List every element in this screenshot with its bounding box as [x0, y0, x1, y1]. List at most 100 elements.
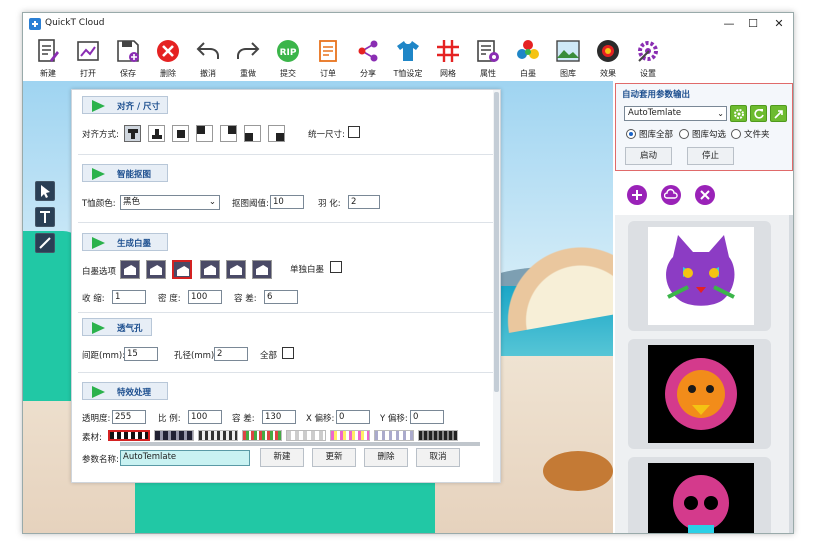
radio-gallery-checked[interactable]	[679, 129, 689, 139]
toolbar-share-button[interactable]: 分享	[349, 35, 387, 81]
feather-input[interactable]: 2	[348, 195, 380, 209]
panel-scrollbar[interactable]	[493, 90, 500, 482]
align-center-option[interactable]	[172, 125, 189, 142]
tolerance-input[interactable]: 6	[264, 290, 298, 304]
toolbar-white-ink-button[interactable]: 白墨	[509, 35, 547, 81]
material-swatch-7[interactable]	[374, 430, 414, 441]
y-offset-input[interactable]: 0	[410, 410, 444, 424]
preset-settings-button[interactable]	[730, 105, 747, 122]
cloud-icon	[664, 188, 678, 199]
material-swatch-4[interactable]	[242, 430, 282, 441]
thumbnail-cat[interactable]	[628, 221, 771, 331]
toolbar-new-button[interactable]: 新建	[29, 35, 67, 81]
toolbar-save-button[interactable]: 保存	[109, 35, 147, 81]
radio-folder[interactable]	[731, 129, 741, 139]
spacing-label: 间距(mm):	[82, 351, 126, 361]
shrink-input[interactable]: 1	[112, 290, 146, 304]
toolbar-gallery-button[interactable]: 图库	[549, 35, 587, 81]
align-top-left-option[interactable]	[196, 125, 213, 142]
remove-image-button[interactable]	[695, 185, 715, 205]
white-ink-section-header[interactable]: 生成白墨	[82, 233, 168, 251]
material-swatch-8[interactable]	[418, 430, 458, 441]
toolbar-grid-button[interactable]: 网格	[429, 35, 467, 81]
scale-input[interactable]: 100	[188, 410, 222, 424]
white-ink-option-3[interactable]	[172, 260, 192, 279]
brush-tool[interactable]	[35, 233, 55, 253]
toolbar-delete-button[interactable]: 删除	[149, 35, 187, 81]
white-ink-option-5[interactable]	[226, 260, 246, 279]
effects-icon	[597, 40, 619, 62]
cursor-icon	[41, 185, 50, 198]
align-bottom-left-option[interactable]	[244, 125, 261, 142]
toolbar-redo-button[interactable]: 重做	[229, 35, 267, 81]
uniform-size-checkbox[interactable]	[348, 126, 360, 138]
material-swatch-5[interactable]	[286, 430, 326, 441]
radio-gallery-all[interactable]	[626, 129, 636, 139]
toolbar-undo-button[interactable]: 撤消	[189, 35, 227, 81]
white-ink-option-1[interactable]	[120, 260, 140, 279]
threshold-input[interactable]: 10	[270, 195, 304, 209]
update-preset-button[interactable]: 更新	[312, 448, 356, 467]
toolbar-effects-button[interactable]: 效果	[589, 35, 627, 81]
cancel-button[interactable]: 取消	[416, 448, 460, 467]
white-ink-option-6[interactable]	[252, 260, 272, 279]
white-ink-option-2[interactable]	[146, 260, 166, 279]
toolbar-order-button[interactable]: 订单	[309, 35, 347, 81]
align-bottom-right-option[interactable]	[268, 125, 285, 142]
spacing-input[interactable]: 15	[124, 347, 158, 361]
material-swatch-6[interactable]	[330, 430, 370, 441]
divider	[78, 372, 496, 373]
align-bottom-center-option[interactable]	[148, 125, 165, 142]
material-scrollbar[interactable]	[120, 442, 480, 446]
stop-button[interactable]: 停止	[687, 147, 734, 165]
pointer-tool[interactable]	[35, 181, 55, 201]
opacity-input[interactable]: 255	[112, 410, 146, 424]
material-swatch-2[interactable]	[154, 430, 194, 441]
delete-preset-button[interactable]: 删除	[364, 448, 408, 467]
align-section-header[interactable]: 对齐 / 尺寸	[82, 96, 168, 114]
cloud-upload-button[interactable]	[661, 185, 681, 205]
add-image-button[interactable]	[627, 185, 647, 205]
auto-output-box: 自动套用参数输出 AutoTemlate ⌄ 图库全部 图库勾选 文件夹 启动 停…	[615, 83, 793, 171]
effects-tolerance-input[interactable]: 130	[262, 410, 296, 424]
panel-scroll-thumb[interactable]	[494, 92, 499, 392]
preset-refresh-button[interactable]	[750, 105, 767, 122]
material-swatch-1[interactable]	[108, 430, 150, 441]
toolbar-properties-button[interactable]: 属性	[469, 35, 507, 81]
x-offset-input[interactable]: 0	[336, 410, 370, 424]
smart-cutout-section-header[interactable]: 智能抠图	[82, 164, 168, 182]
density-input[interactable]: 100	[188, 290, 222, 304]
tshirt-color-select[interactable]: 黑色 ⌄	[120, 195, 220, 210]
parameter-panel: 对齐 / 尺寸 对齐方式: 统一尺寸: 智能抠图 T恤颜色: 黑色 ⌄ 抠图阈值:…	[71, 89, 501, 483]
param-name-input[interactable]: AutoTemlate	[120, 450, 250, 466]
hole-size-input[interactable]: 2	[214, 347, 248, 361]
close-button[interactable]: ✕	[767, 16, 791, 32]
toolbar-submit-button[interactable]: RIP 提交	[269, 35, 307, 81]
new-preset-button[interactable]: 新建	[260, 448, 304, 467]
minimize-button[interactable]: —	[717, 16, 741, 32]
material-swatch-3[interactable]	[198, 430, 238, 441]
align-top-center-option[interactable]	[124, 125, 141, 142]
param-name-label: 参数名称:	[82, 455, 119, 465]
material-swatch-9[interactable]	[460, 430, 474, 441]
preset-select[interactable]: AutoTemlate ⌄	[624, 106, 727, 121]
toolbar-settings-button[interactable]: 设置	[629, 35, 667, 81]
thumbnail-lion[interactable]	[628, 339, 771, 449]
toolbar-tshirt-button[interactable]: T恤设定	[389, 35, 427, 81]
align-top-right-option[interactable]	[220, 125, 237, 142]
maximize-button[interactable]: ☐	[741, 16, 765, 32]
effects-section-header[interactable]: 特效处理	[82, 382, 168, 400]
thumbnail-scrollbar[interactable]	[789, 215, 793, 533]
text-tool[interactable]	[35, 207, 55, 227]
vent-all-checkbox[interactable]	[282, 347, 294, 359]
thumbnail-skull[interactable]	[628, 457, 771, 533]
white-ink-option-4[interactable]	[200, 260, 220, 279]
feather-label: 羽 化:	[318, 199, 341, 209]
start-button[interactable]: 启动	[625, 147, 672, 165]
toolbar-open-button[interactable]: 打开	[69, 35, 107, 81]
text-icon	[40, 211, 50, 223]
preset-export-button[interactable]	[770, 105, 787, 122]
vent-section-header[interactable]: 透气孔	[82, 318, 152, 336]
single-white-checkbox[interactable]	[330, 261, 342, 273]
tshirt-icon	[397, 41, 419, 61]
